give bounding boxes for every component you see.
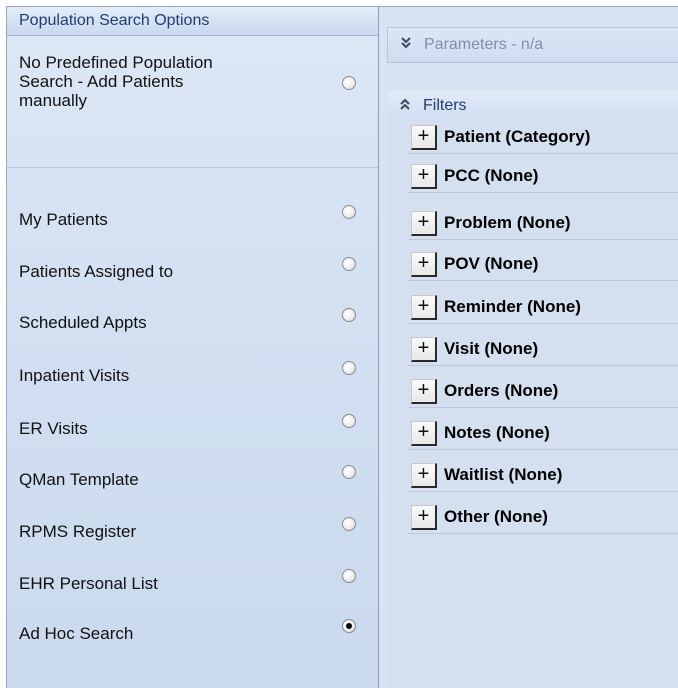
expand-button[interactable]: + (411, 379, 437, 404)
radio-rpms-register[interactable] (342, 517, 356, 531)
radio-qman-template[interactable] (342, 465, 356, 479)
radio-my-patients[interactable] (342, 205, 356, 219)
option-ad-hoc-search[interactable]: Ad Hoc Search (7, 619, 378, 673)
option-ehr-personal-list[interactable]: EHR Personal List (7, 569, 378, 623)
filter-row-pov: + POV (None) (387, 248, 678, 281)
option-rpms-register[interactable]: RPMS Register (7, 517, 378, 571)
filter-label: PCC (None) (444, 166, 539, 185)
radio-er-visits[interactable] (342, 414, 356, 428)
filter-row-pcc: + PCC (None) (387, 160, 678, 193)
row-divider (407, 491, 678, 492)
expand-button[interactable]: + (411, 252, 437, 277)
option-label: RPMS Register (19, 522, 137, 541)
option-patients-assigned-to[interactable]: Patients Assigned to (7, 257, 378, 311)
option-my-patients[interactable]: My Patients (7, 205, 378, 259)
radio-patients-assigned-to[interactable] (342, 257, 356, 271)
filter-label: POV (None) (444, 254, 539, 273)
option-no-predefined-population[interactable]: No Predefined Population Search - Add Pa… (7, 53, 378, 143)
option-inpatient-visits[interactable]: Inpatient Visits (7, 361, 378, 415)
option-label-line: manually (19, 91, 88, 110)
option-er-visits[interactable]: ER Visits (7, 414, 378, 468)
filters-list: + Patient (Category) + PCC (None) + Prob… (387, 121, 678, 688)
filter-label: Patient (Category) (444, 127, 591, 146)
row-divider (407, 449, 678, 450)
option-label: Patients Assigned to (19, 262, 174, 281)
radio-ehr-personal-list[interactable] (342, 569, 356, 583)
population-search-window: Population Search Options No Predefined … (6, 6, 678, 688)
option-label-line: Search - Add Patients (19, 72, 184, 91)
expand-button[interactable]: + (411, 463, 437, 488)
parameters-title: Parameters - n/a (424, 36, 544, 53)
filter-label: Other (None) (444, 507, 548, 526)
population-search-options-panel: Population Search Options No Predefined … (7, 7, 379, 688)
row-divider (407, 365, 678, 366)
panel-header: Population Search Options (7, 7, 378, 36)
filter-label: Problem (None) (444, 213, 571, 232)
filter-row-problem: + Problem (None) (387, 207, 678, 240)
option-label-line: No Predefined Population (19, 53, 213, 72)
filter-row-patient: + Patient (Category) (387, 121, 678, 154)
filter-row-waitlist: + Waitlist (None) (387, 459, 678, 492)
filter-label: Orders (None) (444, 381, 559, 400)
filter-row-visit: + Visit (None) (387, 333, 678, 366)
filter-row-other: + Other (None) (387, 501, 678, 534)
filters-title: Filters (423, 97, 467, 114)
filter-row-reminder: + Reminder (None) (387, 291, 678, 324)
expand-button[interactable]: + (411, 211, 437, 236)
filter-row-notes: + Notes (None) (387, 417, 678, 450)
chevron-double-down-icon[interactable] (400, 36, 412, 53)
expand-button[interactable]: + (411, 125, 437, 150)
filter-row-orders: + Orders (None) (387, 375, 678, 408)
parameters-section-header[interactable]: Parameters - n/a (387, 27, 678, 63)
row-divider (407, 533, 678, 534)
option-label: ER Visits (19, 419, 88, 438)
row-divider (407, 192, 678, 193)
option-label: Ad Hoc Search (19, 624, 134, 643)
option-label: EHR Personal List (19, 574, 158, 593)
option-label: My Patients (19, 210, 108, 229)
option-qman-template[interactable]: QMan Template (7, 465, 378, 519)
expand-button[interactable]: + (411, 337, 437, 362)
option-label: Inpatient Visits (19, 366, 130, 385)
separator (7, 167, 378, 168)
row-divider (407, 239, 678, 240)
filter-label: Notes (None) (444, 423, 550, 442)
option-label: QMan Template (19, 470, 139, 489)
row-divider (407, 280, 678, 281)
expand-button[interactable]: + (411, 421, 437, 446)
radio-ad-hoc-search[interactable] (342, 619, 356, 633)
panel-title: Population Search Options (19, 12, 210, 29)
filter-label: Waitlist (None) (444, 465, 563, 484)
row-divider (407, 153, 678, 154)
radio-scheduled-appts[interactable] (342, 308, 356, 322)
criteria-panel: Parameters - n/a Filters + Patient (Cate… (379, 7, 678, 688)
filters-section-header[interactable]: Filters (387, 91, 678, 121)
option-scheduled-appts[interactable]: Scheduled Appts (7, 308, 378, 362)
filter-label: Visit (None) (444, 339, 539, 358)
chevron-double-up-icon[interactable] (399, 98, 411, 115)
option-label: Scheduled Appts (19, 313, 147, 332)
row-divider (407, 323, 678, 324)
radio-inpatient-visits[interactable] (342, 361, 356, 375)
filter-label: Reminder (None) (444, 297, 581, 316)
row-divider (407, 407, 678, 408)
expand-button[interactable]: + (411, 295, 437, 320)
radio-no-predefined-population[interactable] (342, 76, 356, 90)
expand-button[interactable]: + (411, 505, 437, 530)
expand-button[interactable]: + (411, 164, 437, 189)
